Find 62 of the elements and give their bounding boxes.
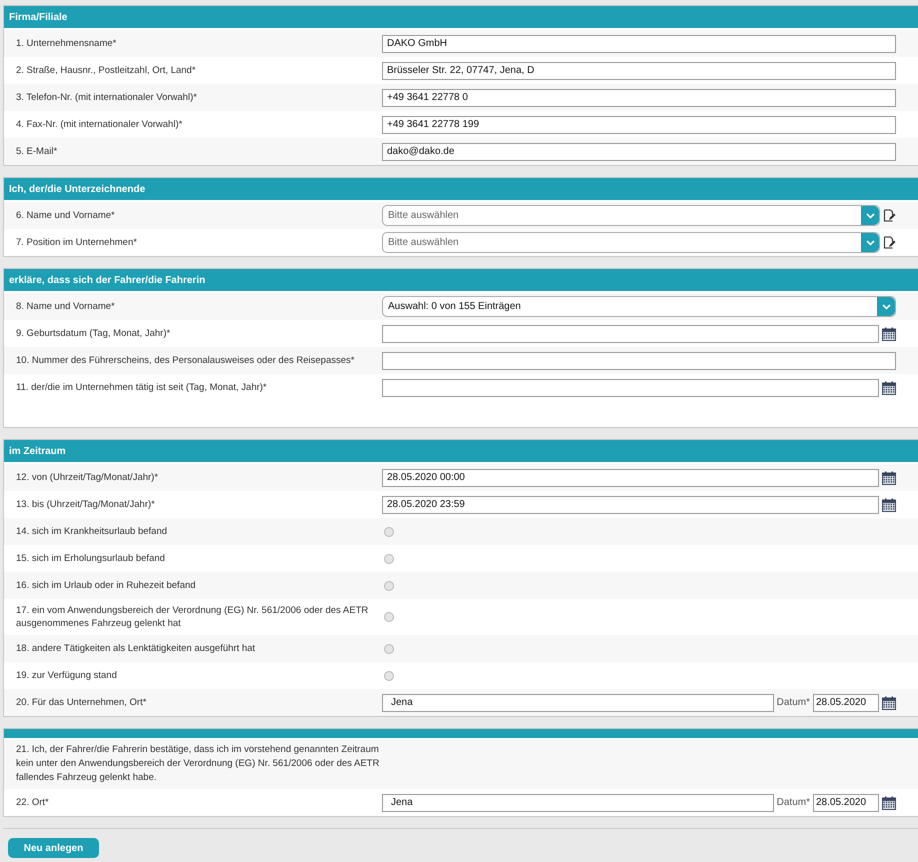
field-label: 12. von (Uhrzeit/Tag/Monat/Jahr)*	[15, 471, 160, 484]
field-label: 20. Für das Unternehmen, Ort*	[15, 696, 148, 709]
field-label: 5. E-Mail*	[15, 145, 58, 158]
statement-text: 21. Ich, der Fahrer/die Fahrerin bestätige, dass ich im vorstehend genannten Zeitraum kein unter den Anwendungsbereich der Verordnung (EG) Nr. 561/2006 oder des AETR fallendes Fahrzeug gelenkt habe.	[15, 743, 380, 785]
place-field[interactable]: Jena	[382, 694, 774, 712]
chevron-down-icon[interactable]	[866, 212, 874, 218]
field-label: 2. Straße, Hausnr., Postleitzahl, Ort, Land*	[15, 64, 197, 77]
field-label: 1. Unternehmensname*	[15, 37, 118, 50]
section-header: im Zeitraum	[4, 440, 918, 462]
text-field[interactable]	[382, 352, 896, 370]
date-field[interactable]: 28.05.2020 23:59	[382, 496, 879, 514]
calendar-icon[interactable]	[882, 796, 896, 810]
select-field[interactable]: Bitte auswählen	[382, 205, 880, 226]
field-label: 18. andere Tätigkeiten als Lenktätigkeiten ausgeführt hat	[15, 642, 256, 655]
field-label: 4. Fax-Nr. (mit internationaler Vorwahl)*	[15, 118, 184, 131]
section-header: Ich, der/die Unterzeichnende	[4, 178, 918, 200]
field-label: 15. sich im Erholungsurlaub befand	[15, 552, 166, 565]
field-label: 8. Name und Vorname*	[15, 300, 116, 313]
select-field[interactable]: Auswahl: 0 von 155 Einträgen	[382, 296, 896, 317]
edit-icon[interactable]	[883, 236, 896, 249]
select-field[interactable]: Bitte auswählen	[382, 232, 880, 253]
date-label: Datum*	[776, 797, 810, 808]
calendar-icon[interactable]	[882, 696, 896, 710]
section-header: Firma/Filiale	[4, 6, 918, 28]
field-label: 16. sich im Urlaub oder in Ruhezeit befand	[15, 579, 197, 592]
text-field[interactable]: +49 3641 22778 0	[382, 88, 896, 106]
field-label: 14. sich im Krankheitsurlaub befand	[15, 525, 168, 538]
field-label: 11. der/die im Unternehmen tätig ist seit (Tag, Monat, Jahr)*	[15, 381, 268, 394]
chevron-down-icon[interactable]	[866, 240, 874, 246]
radio-button[interactable]	[384, 554, 394, 564]
section-header: erkläre, dass sich der Fahrer/die Fahrerin	[4, 269, 918, 291]
field-label: 22. Ort*	[15, 796, 50, 809]
radio-button[interactable]	[384, 580, 394, 590]
edit-icon[interactable]	[883, 209, 896, 222]
field-label: 10. Nummer des Führerscheins, des Personalausweises oder des Reisepasses*	[15, 354, 356, 367]
text-field[interactable]: Brüsseler Str. 22, 07747, Jena, D	[382, 62, 896, 80]
date-field[interactable]	[382, 378, 879, 396]
calendar-icon[interactable]	[882, 470, 896, 484]
text-field[interactable]: +49 3641 22778 199	[382, 116, 896, 134]
radio-button[interactable]	[384, 526, 394, 536]
date-field[interactable]	[382, 324, 879, 342]
calendar-icon[interactable]	[882, 326, 896, 340]
chevron-down-icon[interactable]	[882, 304, 890, 310]
place-field[interactable]: Jena	[382, 794, 774, 812]
radio-button[interactable]	[384, 670, 394, 680]
field-label: 19. zur Verfügung stand	[15, 669, 118, 682]
field-label: 7. Position im Unternehmen*	[15, 236, 138, 249]
field-label: 3. Telefon-Nr. (mit internationaler Vorwahl)*	[15, 91, 198, 104]
calendar-icon[interactable]	[882, 380, 896, 394]
field-label: 9. Geburtsdatum (Tag, Monat, Jahr)*	[15, 327, 172, 340]
date-label: Datum*	[776, 697, 810, 708]
radio-button[interactable]	[384, 612, 394, 622]
text-field[interactable]: dako@dako.de	[382, 142, 896, 160]
date-field[interactable]: 28.05.2020 00:00	[382, 468, 879, 486]
text-field[interactable]: DAKO GmbH	[382, 34, 896, 52]
field-label: 13. bis (Uhrzeit/Tag/Monat/Jahr)*	[15, 498, 156, 511]
field-label: 6. Name und Vorname*	[15, 209, 116, 222]
field-label: 17. ein vom Anwendungsbereich der Verordnung (EG) Nr. 561/2006 oder des AETR ausgenommenes Fahrzeug gelenkt hat	[15, 604, 370, 630]
radio-button[interactable]	[384, 644, 394, 654]
date-field[interactable]: 28.05.2020	[813, 694, 879, 712]
calendar-icon[interactable]	[882, 498, 896, 512]
date-field[interactable]: 28.05.2020	[813, 794, 879, 812]
